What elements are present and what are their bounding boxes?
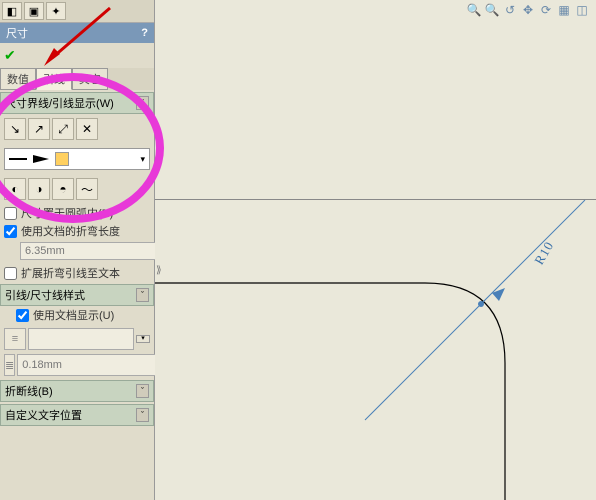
collapse-icon-3[interactable]: ˇ — [136, 384, 149, 398]
tab-value[interactable]: 数值 — [0, 68, 36, 90]
leader-opt-1[interactable]: ↘ — [4, 118, 26, 140]
section-custom-pos-label: 自定义文字位置 — [5, 407, 82, 423]
panel-title-bar: 尺寸 ? — [0, 23, 154, 43]
tab-icon-3[interactable]: ✦ — [46, 2, 66, 20]
leader-icon-row-2: ◐ ◑ ◓ 〜 — [0, 174, 154, 204]
arrow-head-icon — [33, 155, 49, 163]
drawing-canvas — [155, 0, 596, 500]
panel-title-text: 尺寸 — [6, 25, 28, 41]
attach-opt-2[interactable]: ◑ — [28, 178, 50, 200]
tab-leader[interactable]: 引线 — [36, 68, 72, 90]
collapse-icon-2[interactable]: ˇ — [136, 288, 149, 302]
dimension-leader[interactable] — [365, 200, 585, 420]
chk-extend-bend-label: 扩展折弯引线至文本 — [21, 265, 120, 281]
leader-icon-row-1: ↘ ↗ ⤢ ✕ — [0, 114, 154, 144]
viewport[interactable]: 🔍 🔍 ↺ ✥ ⟳ ▦ ◫ ⟫ R10 — [155, 0, 596, 500]
part-outline — [155, 283, 505, 500]
line-style-row: ≡ ▾ — [4, 328, 150, 350]
chk-extend-bend[interactable]: 扩展折弯引线至文本 — [0, 264, 154, 282]
line-weight-row: ≣ ▾ — [4, 354, 150, 376]
tab-icon-2[interactable]: ▣ — [24, 2, 44, 20]
chk-doc-display-label: 使用文档显示(U) — [33, 307, 114, 323]
sub-tabs: 数值 引线 其它 — [0, 68, 154, 90]
chk-doc-display-box[interactable] — [16, 309, 29, 322]
section-leader-style-label: 引线/尺寸线样式 — [5, 287, 85, 303]
line-style-select[interactable] — [28, 328, 134, 350]
arrow-line-icon — [9, 158, 27, 160]
collapse-icon[interactable]: ˇ — [136, 96, 149, 110]
chk-doc-display[interactable]: 使用文档显示(U) — [12, 306, 154, 324]
line-weight-input[interactable] — [17, 354, 169, 376]
chk-arc-inside-box[interactable] — [4, 207, 17, 220]
property-panel: ◧ ▣ ✦ 尺寸 ? ✔ 数值 引线 其它 尺寸界线/引线显示(W) ˇ ↘ ↗… — [0, 0, 155, 500]
dimension-anchor[interactable] — [478, 301, 484, 307]
chk-bend-len-label: 使用文档的折弯长度 — [21, 223, 120, 239]
chk-bend-len-box[interactable] — [4, 225, 17, 238]
dropdown-icon: ▾ — [140, 154, 145, 165]
section-break-label: 折断线(B) — [5, 383, 53, 399]
tab-other[interactable]: 其它 — [72, 68, 108, 90]
leader-opt-3[interactable]: ⤢ — [52, 118, 74, 140]
tab-icon-1[interactable]: ◧ — [2, 2, 22, 20]
ok-check-icon[interactable]: ✔ — [4, 47, 16, 63]
chk-arc-inside[interactable]: 尺寸置于圆弧内(R) — [0, 204, 154, 222]
top-tab-row: ◧ ▣ ✦ — [0, 0, 154, 23]
arrow-color-swatch — [55, 152, 69, 166]
line-style-dd[interactable]: ▾ — [136, 335, 150, 343]
help-icon[interactable]: ? — [141, 27, 148, 39]
section-leader-display[interactable]: 尺寸界线/引线显示(W) ˇ — [0, 92, 154, 114]
collapse-icon-4[interactable]: ˇ — [136, 408, 149, 422]
section-break[interactable]: 折断线(B) ˇ — [0, 380, 154, 402]
arrowhead-select[interactable]: ▾ — [4, 148, 150, 170]
section-custom-pos[interactable]: 自定义文字位置 ˇ — [0, 404, 154, 426]
dimension-arrowhead — [492, 288, 505, 301]
section-leader-display-label: 尺寸界线/引线显示(W) — [5, 95, 114, 111]
section-leader-style[interactable]: 引线/尺寸线样式 ˇ — [0, 284, 154, 306]
line-weight-icon: ≣ — [4, 354, 15, 376]
attach-opt-4[interactable]: 〜 — [76, 178, 98, 200]
leader-opt-2[interactable]: ↗ — [28, 118, 50, 140]
line-style-icon: ≡ — [4, 328, 26, 350]
leader-opt-4[interactable]: ✕ — [76, 118, 98, 140]
bend-length-input[interactable] — [20, 242, 172, 260]
confirm-row: ✔ — [0, 43, 154, 68]
attach-opt-3[interactable]: ◓ — [52, 178, 74, 200]
chk-bend-len[interactable]: 使用文档的折弯长度 — [0, 222, 154, 240]
attach-opt-1[interactable]: ◐ — [4, 178, 26, 200]
chk-arc-inside-label: 尺寸置于圆弧内(R) — [21, 205, 113, 221]
bend-length-row: ▴ ▾ — [20, 242, 150, 260]
chk-extend-bend-box[interactable] — [4, 267, 17, 280]
